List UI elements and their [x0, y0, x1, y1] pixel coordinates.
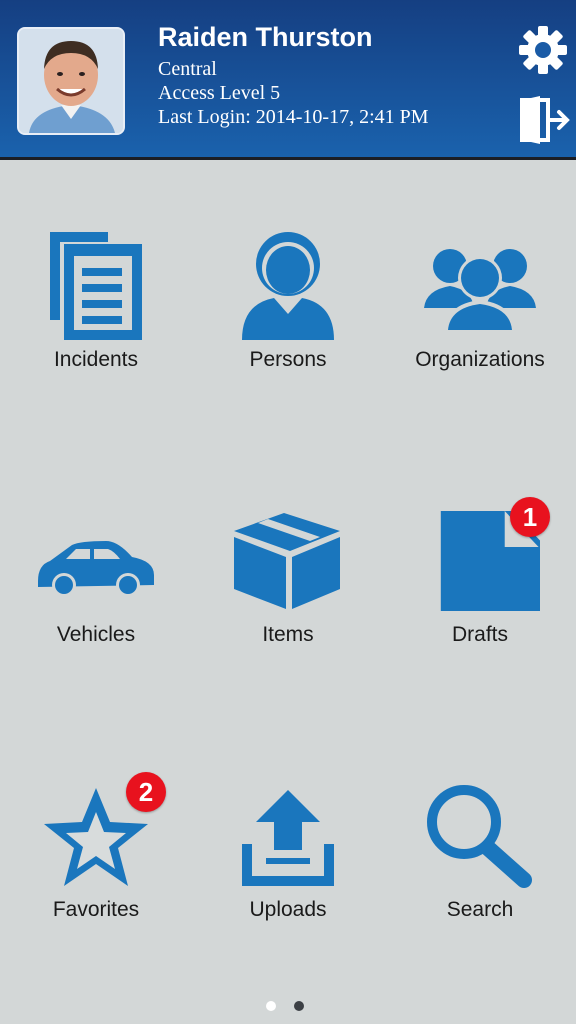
menu-label: Uploads	[249, 898, 327, 921]
menu-label: Drafts	[451, 623, 508, 646]
person-icon	[242, 232, 334, 340]
menu-favorites[interactable]: 2 Favorites	[0, 772, 192, 998]
box-icon	[234, 513, 340, 609]
user-name: Raiden Thurston	[158, 22, 373, 52]
menu-label: Organizations	[415, 348, 545, 371]
drafts-badge: 1	[510, 497, 550, 537]
search-icon	[427, 785, 532, 888]
page-dot[interactable]	[294, 1001, 304, 1011]
menu-label: Favorites	[52, 898, 140, 921]
menu-items[interactable]: Items	[192, 503, 384, 723]
access-level: Access Level 5	[158, 82, 281, 104]
menu-drafts[interactable]: 1 Drafts	[384, 497, 576, 723]
profile-photo	[19, 29, 123, 133]
menu-label: Persons	[249, 348, 327, 371]
upload-icon	[242, 790, 334, 886]
menu-label: Vehicles	[56, 623, 136, 646]
menu-label: Items	[262, 623, 314, 646]
car-icon	[38, 541, 154, 597]
menu-persons[interactable]: Persons	[192, 228, 384, 448]
menu-vehicles[interactable]: Vehicles	[0, 503, 192, 723]
menu-incidents[interactable]: Incidents	[0, 228, 192, 448]
menu-label: Search	[446, 898, 514, 921]
logout-door-icon[interactable]	[518, 96, 570, 144]
gear-icon[interactable]	[518, 25, 568, 75]
menu-label: Incidents	[53, 348, 139, 371]
organizations-icon	[424, 249, 536, 332]
profile-header: Raiden Thurston Central Access Level 5 L…	[0, 0, 576, 160]
favorites-badge: 2	[126, 772, 166, 812]
menu-uploads[interactable]: Uploads	[192, 778, 384, 998]
menu-organizations[interactable]: Organizations	[384, 228, 576, 448]
page-indicator[interactable]	[266, 998, 322, 1016]
last-login: Last Login: 2014-10-17, 2:41 PM	[158, 106, 429, 128]
avatar	[17, 27, 125, 135]
incidents-icon	[50, 232, 142, 340]
menu-search[interactable]: Search	[384, 778, 576, 998]
user-region: Central	[158, 58, 217, 80]
page-dot-active[interactable]	[266, 1001, 276, 1011]
